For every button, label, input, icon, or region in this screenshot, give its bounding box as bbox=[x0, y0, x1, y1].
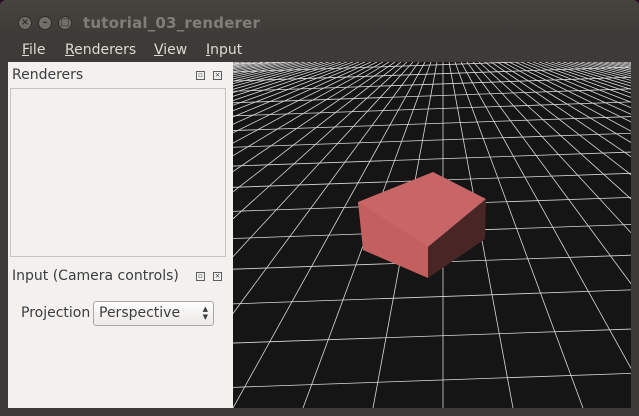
menu-view-mnemonic: V bbox=[154, 42, 164, 58]
grid-line bbox=[514, 62, 631, 115]
menu-renderers[interactable]: Renderers bbox=[65, 42, 136, 58]
window-border-right bbox=[631, 38, 639, 416]
grid-line bbox=[233, 328, 631, 344]
grid-line bbox=[233, 151, 631, 167]
grid-line bbox=[502, 62, 631, 132]
menu-file-mnemonic: F bbox=[22, 42, 30, 58]
grid-line bbox=[532, 62, 631, 98]
renderers-dock-float-button[interactable]: ▫ bbox=[196, 71, 205, 80]
projection-select[interactable]: Perspective ▲ ▼ bbox=[93, 301, 214, 326]
grid-line bbox=[568, 62, 631, 79]
grid-line bbox=[233, 62, 378, 134]
menu-view[interactable]: View bbox=[154, 42, 187, 58]
grid-line bbox=[233, 62, 246, 65]
grid-line bbox=[490, 62, 631, 158]
projection-select-value: Perspective bbox=[99, 305, 181, 321]
input-dock-title: Input (Camera controls) bbox=[12, 268, 179, 284]
grid-line bbox=[466, 62, 631, 285]
input-dock-float-button[interactable]: ▫ bbox=[196, 272, 205, 281]
grid-line bbox=[544, 62, 631, 90]
render-canvas[interactable] bbox=[233, 62, 631, 408]
grid-line bbox=[484, 62, 631, 176]
menu-bar: File Renderers View Input bbox=[0, 38, 639, 62]
grid-line bbox=[508, 62, 631, 123]
menu-input[interactable]: Input bbox=[206, 42, 242, 58]
renderers-list-panel[interactable] bbox=[10, 88, 226, 257]
input-dock-close-button[interactable]: × bbox=[213, 272, 222, 281]
grid-line bbox=[233, 62, 252, 66]
grid-line bbox=[478, 62, 631, 200]
grid-line bbox=[233, 62, 240, 64]
grid-line bbox=[233, 62, 264, 68]
title-bar[interactable]: × – □ tutorial_03_renderer bbox=[0, 0, 639, 38]
menu-renderers-mnemonic: R bbox=[65, 42, 75, 58]
grid-line bbox=[550, 62, 631, 87]
select-arrows-icon: ▲ ▼ bbox=[202, 305, 208, 321]
window-close-button[interactable]: × bbox=[18, 16, 32, 30]
left-dock-area: Renderers ▫ × Input (Camera controls) ▫ … bbox=[8, 62, 233, 408]
menu-input-label: nput bbox=[210, 42, 243, 58]
window-minimize-button[interactable]: – bbox=[38, 16, 52, 30]
renderers-dock-title: Renderers bbox=[12, 67, 84, 83]
projection-label: Projection bbox=[21, 305, 91, 321]
menu-file[interactable]: File bbox=[22, 42, 45, 58]
render-viewport[interactable] bbox=[233, 62, 631, 408]
menu-renderers-label: enderers bbox=[74, 42, 137, 58]
grid-line bbox=[233, 289, 631, 305]
window-border-bottom bbox=[0, 408, 639, 416]
renderers-dock-close-button[interactable]: × bbox=[213, 71, 222, 80]
window-title: tutorial_03_renderer bbox=[83, 14, 261, 32]
grid-line bbox=[460, 62, 631, 370]
menu-view-label: iew bbox=[163, 42, 188, 58]
menu-file-label: ile bbox=[29, 42, 46, 58]
grid-line bbox=[562, 62, 631, 81]
grid-line bbox=[233, 101, 631, 117]
window-maximize-button[interactable]: □ bbox=[58, 16, 72, 30]
grid-line bbox=[233, 62, 318, 85]
grid-line bbox=[233, 372, 631, 388]
application-window: × – □ tutorial_03_renderer File Renderer… bbox=[0, 0, 639, 416]
grid-line bbox=[233, 62, 270, 70]
grid-line bbox=[580, 62, 631, 75]
grid-line bbox=[604, 62, 631, 68]
